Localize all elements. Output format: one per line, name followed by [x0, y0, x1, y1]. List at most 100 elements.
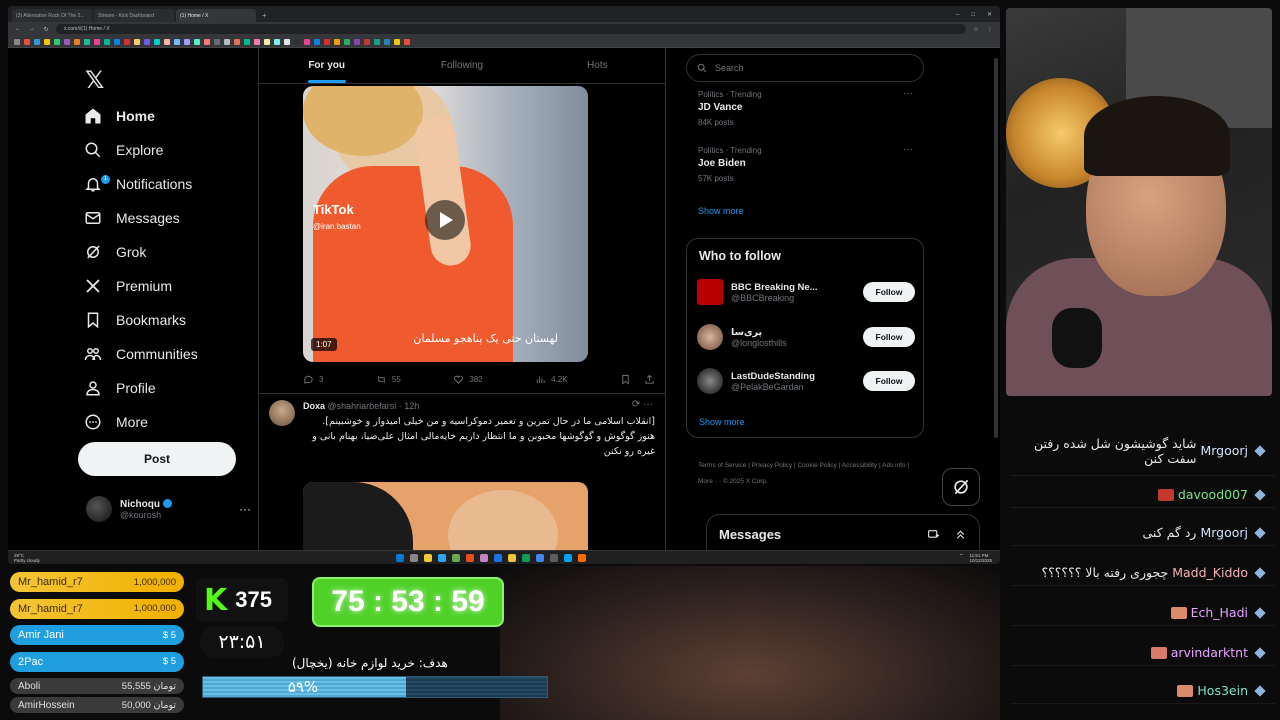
more-icon[interactable]: ···	[239, 502, 251, 516]
bookmark-favicon-icon[interactable]	[194, 38, 200, 45]
bookmark-favicon-icon[interactable]	[164, 38, 170, 45]
taskbar-app-icon[interactable]	[578, 554, 586, 562]
trend-item[interactable]: Politics · Trending Joe Biden 57K posts …	[698, 144, 913, 183]
bookmark-favicon-icon[interactable]	[94, 38, 100, 45]
more-icon[interactable]: ···	[903, 88, 913, 99]
x-logo-icon[interactable]: 𝕏	[85, 66, 104, 94]
taskbar-app-icon[interactable]	[522, 554, 530, 562]
browser-tab[interactable]: Stream - Kick Dashboard	[94, 9, 174, 22]
star-icon[interactable]: ☆	[972, 26, 980, 33]
bookmark-favicon-icon[interactable]	[144, 38, 150, 45]
bookmark-favicon-icon[interactable]	[374, 38, 380, 45]
follow-button[interactable]: Follow	[863, 371, 915, 391]
bookmark-favicon-icon[interactable]	[204, 38, 210, 45]
chat-username[interactable]: Mrgoorj	[1200, 443, 1248, 458]
bookmark-favicon-icon[interactable]	[154, 38, 160, 45]
new-tab-icon[interactable]: +	[258, 9, 271, 22]
show-more-link[interactable]: Show more	[698, 206, 744, 216]
nav-grok[interactable]: Grok	[84, 240, 146, 264]
nav-notifications[interactable]: 1 Notifications	[84, 172, 192, 196]
weather-widget[interactable]: 29°C Partly cloudy	[14, 553, 40, 563]
bookmark-favicon-icon[interactable]	[354, 38, 360, 45]
bookmark-favicon-icon[interactable]	[404, 38, 410, 45]
bookmark-favicon-icon[interactable]	[314, 38, 320, 45]
close-icon[interactable]: ✕	[987, 8, 992, 22]
taskbar-app-icon[interactable]	[438, 554, 446, 562]
chat-username[interactable]: Madd_Kiddo	[1172, 565, 1248, 580]
follow-button[interactable]: Follow	[863, 282, 915, 302]
avatar[interactable]	[269, 400, 295, 426]
bookmark-button[interactable]	[620, 374, 655, 385]
chat-username[interactable]: Mrgoorj	[1200, 525, 1248, 540]
taskbar-app-icon[interactable]	[424, 554, 432, 562]
taskbar-app-icon[interactable]	[466, 554, 474, 562]
bookmark-favicon-icon[interactable]	[104, 38, 110, 45]
bookmark-favicon-icon[interactable]	[124, 38, 130, 45]
post-button[interactable]: Post	[78, 442, 236, 476]
bookmark-favicon-icon[interactable]	[364, 38, 370, 45]
show-more-link[interactable]: Show more	[699, 417, 745, 427]
minimize-icon[interactable]: –	[956, 8, 959, 22]
nav-communities[interactable]: Communities	[84, 342, 198, 366]
chat-username[interactable]: Hos3ein	[1197, 683, 1248, 698]
taskbar-app-icon[interactable]	[452, 554, 460, 562]
nav-messages[interactable]: Messages	[84, 206, 180, 230]
nav-profile[interactable]: Profile	[84, 376, 156, 400]
reload-icon[interactable]: ↻	[42, 26, 50, 33]
bookmark-favicon-icon[interactable]	[74, 38, 80, 45]
tab-following[interactable]: Following	[394, 48, 529, 83]
taskbar-app-icon[interactable]	[564, 554, 572, 562]
nav-more[interactable]: More	[84, 410, 148, 434]
more-icon[interactable]: ···	[903, 144, 913, 155]
avatar[interactable]	[697, 279, 723, 305]
nav-bookmarks[interactable]: Bookmarks	[84, 308, 186, 332]
bookmark-favicon-icon[interactable]	[224, 38, 230, 45]
taskbar-app-icon[interactable]	[508, 554, 516, 562]
extensions-icon[interactable]: ⋮	[986, 26, 994, 33]
maximize-icon[interactable]: □	[971, 8, 975, 22]
chat-username[interactable]: Ech_Hadi	[1191, 605, 1248, 620]
nav-explore[interactable]: Explore	[84, 138, 163, 162]
bookmark-favicon-icon[interactable]	[284, 38, 290, 45]
bookmark-favicon-icon[interactable]	[54, 38, 60, 45]
bookmark-favicon-icon[interactable]	[304, 38, 310, 45]
bookmark-favicon-icon[interactable]	[24, 38, 30, 45]
taskbar-app-icon[interactable]	[396, 554, 404, 562]
bookmark-favicon-icon[interactable]	[114, 38, 120, 45]
taskbar-app-icon[interactable]	[494, 554, 502, 562]
nav-premium[interactable]: Premium	[84, 274, 172, 298]
chat-username[interactable]: davood007	[1178, 487, 1248, 502]
bookmark-favicon-icon[interactable]	[174, 38, 180, 45]
chevron-up-icon[interactable]	[954, 528, 967, 541]
avatar[interactable]	[697, 368, 723, 394]
chat-username[interactable]: arvindarktnt	[1171, 645, 1248, 660]
taskbar-app-icon[interactable]	[480, 554, 488, 562]
trend-item[interactable]: Politics · Trending JD Vance 84K posts ·…	[698, 88, 913, 127]
account-switcher[interactable]: Nichoqu @kourosh ···	[86, 496, 251, 522]
bookmark-favicon-icon[interactable]	[34, 38, 40, 45]
bookmark-favicon-icon[interactable]	[254, 38, 260, 45]
browser-tab-active[interactable]: (1) Home / X	[176, 9, 256, 22]
bookmark-favicon-icon[interactable]	[344, 38, 350, 45]
bookmark-favicon-icon[interactable]	[334, 38, 340, 45]
scrollbar[interactable]	[994, 58, 998, 438]
play-icon[interactable]	[425, 200, 465, 240]
like-button[interactable]: 382	[453, 374, 483, 385]
more-icon[interactable]: ⟳ ···	[632, 399, 653, 410]
bookmark-favicon-icon[interactable]	[184, 38, 190, 45]
bookmark-favicon-icon[interactable]	[264, 38, 270, 45]
forward-icon[interactable]: →	[28, 26, 36, 32]
repost-button[interactable]: 55	[376, 374, 401, 385]
bookmark-favicon-icon[interactable]	[14, 38, 20, 45]
taskbar-app-icon[interactable]	[536, 554, 544, 562]
tab-for-you[interactable]: For you	[259, 48, 394, 83]
follow-button[interactable]: Follow	[863, 327, 915, 347]
bookmark-favicon-icon[interactable]	[274, 38, 280, 45]
grok-button[interactable]	[942, 468, 980, 506]
tweet-image[interactable]	[303, 482, 588, 550]
taskbar-app-icon[interactable]	[410, 554, 418, 562]
bookmark-favicon-icon[interactable]	[44, 38, 50, 45]
bookmark-favicon-icon[interactable]	[244, 38, 250, 45]
views-button[interactable]: 4.2K	[535, 374, 568, 385]
bookmark-favicon-icon[interactable]	[134, 38, 140, 45]
